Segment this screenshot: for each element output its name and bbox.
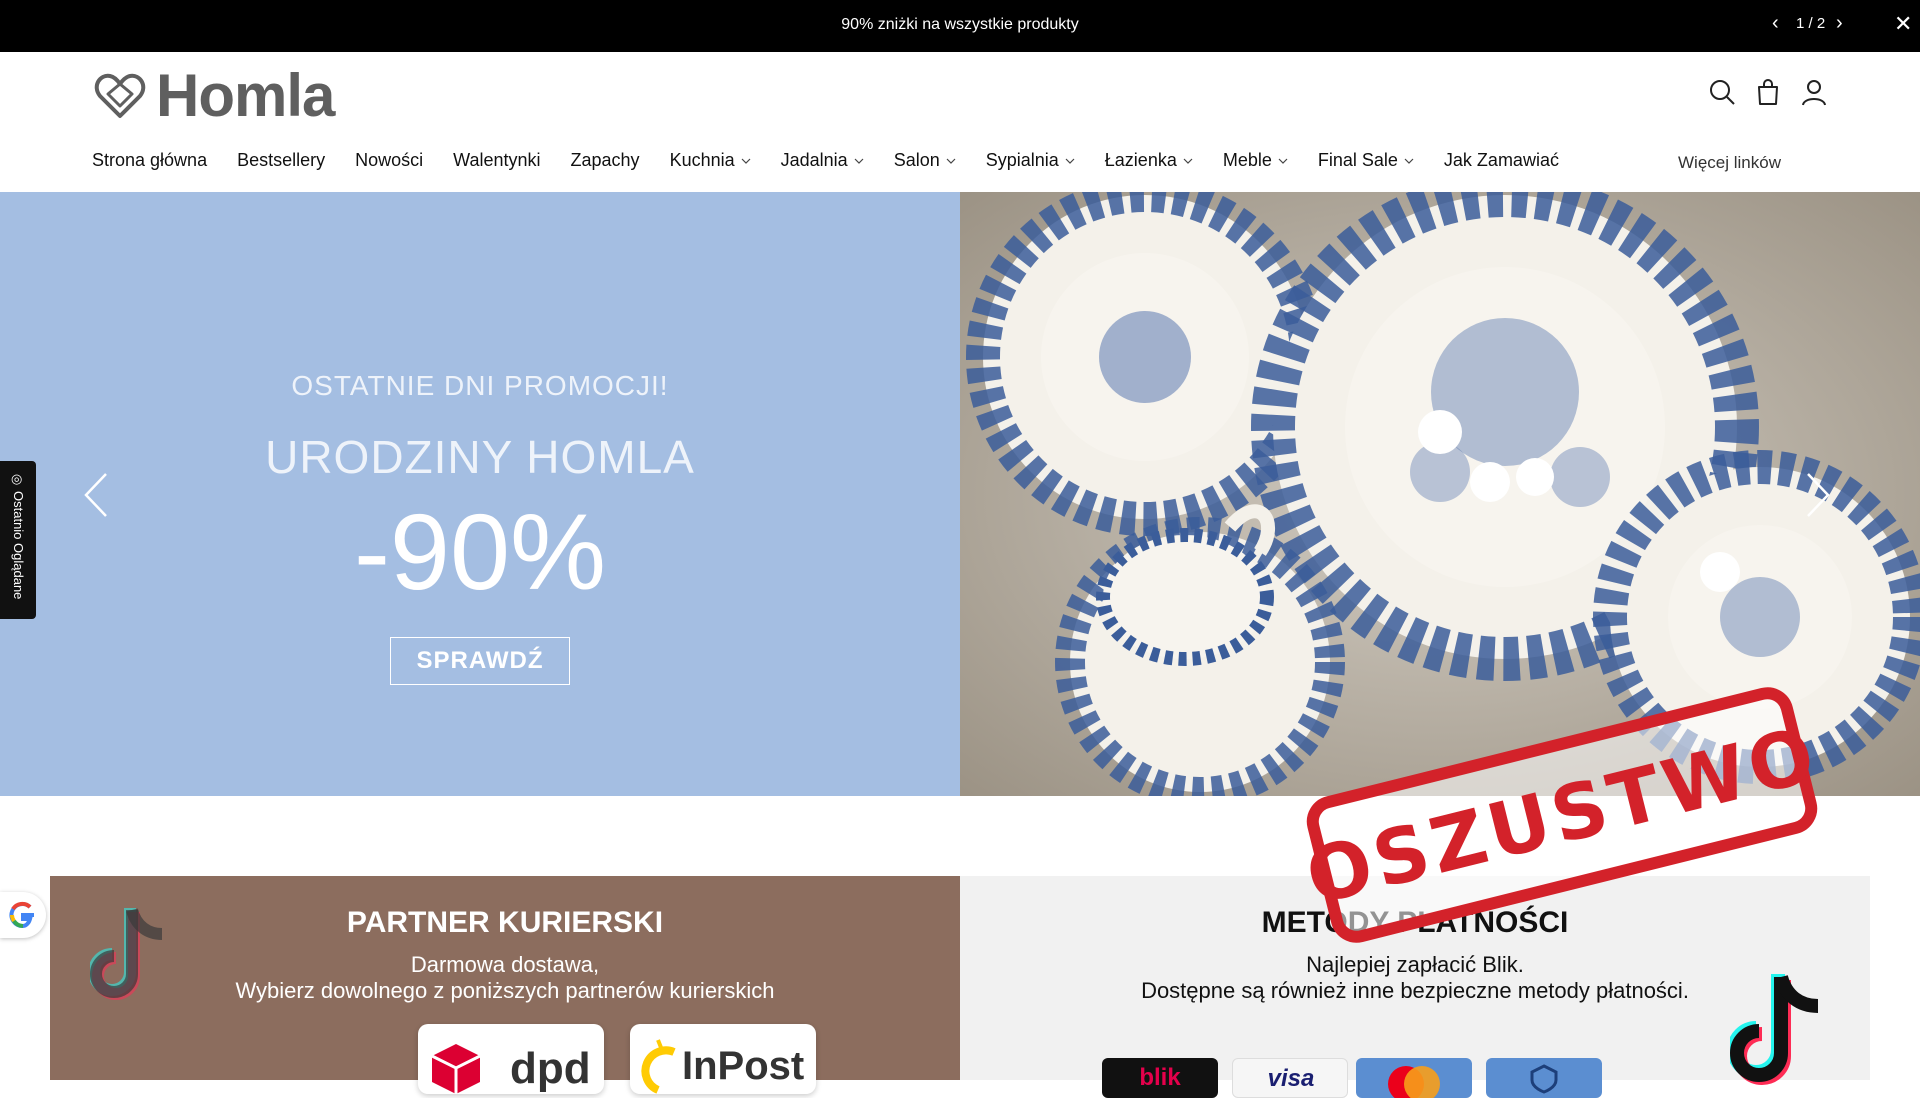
courier-inpost-name: InPost [682, 1044, 805, 1088]
nav-item[interactable]: Strona główna [92, 150, 207, 171]
nav-item-label: Nowości [355, 150, 424, 170]
nav-item-label: Jadalnia [780, 150, 848, 170]
nav-item[interactable]: Meble [1223, 150, 1288, 171]
google-g-icon [9, 901, 34, 928]
payment-visa[interactable]: visa [1232, 1058, 1348, 1098]
payment-blik-label: blik [1139, 1064, 1181, 1091]
nav-item[interactable]: Jak Zamawiać [1444, 150, 1559, 171]
nav-item-label: Sypialnia [985, 150, 1059, 170]
hero-next-icon[interactable] [1802, 470, 1832, 520]
shopping-bag-icon[interactable] [1754, 78, 1782, 106]
chevron-down-icon [1404, 158, 1414, 164]
hero-cta-button[interactable]: SPRAWDŹ [390, 637, 570, 685]
nav-item[interactable]: Final Sale [1318, 150, 1414, 171]
nav-item-label: Salon [893, 150, 940, 170]
nav-item-label: Bestsellery [237, 150, 326, 170]
main-navigation: Strona główna Bestsellery Nowości Walentynk… [92, 150, 1589, 171]
nav-item[interactable]: Jadalnia [781, 150, 864, 171]
nav-item-label: Kuchnia [669, 150, 735, 170]
announcement-prev-icon[interactable]: ‹ [1772, 12, 1779, 35]
nav-item-label: Final Sale [1317, 150, 1398, 170]
courier-inpost[interactable]: InPost [630, 1024, 816, 1094]
eye-icon: ◎ [11, 471, 23, 486]
nav-item[interactable]: Łazienka [1105, 150, 1193, 171]
more-links-button[interactable]: Więcej linków [1678, 153, 1781, 173]
nav-item[interactable]: Sypialnia [986, 150, 1075, 171]
payment-visa-label: visa [1267, 1065, 1315, 1092]
announcement-next-icon[interactable]: › [1836, 12, 1843, 35]
payment-secure[interactable] [1486, 1058, 1602, 1098]
recently-viewed-tab[interactable]: ◎ Ostatnio Oglądane [0, 461, 36, 619]
courier-dpd-name: dpd [510, 1044, 591, 1093]
chevron-down-icon [1183, 158, 1193, 164]
announcement-bar: 90% zniżki na wszystkie produkty ‹ 1 / 2… [0, 0, 1920, 52]
nav-item-label: Walentynki [453, 150, 541, 170]
recently-viewed-label: Ostatnio Oglądane [11, 491, 26, 600]
chevron-down-icon [741, 158, 751, 164]
courier-dpd[interactable]: dpd [418, 1024, 604, 1094]
shield-icon [1530, 1064, 1558, 1094]
account-icon[interactable] [1800, 78, 1828, 106]
header-actions [1708, 78, 1828, 106]
chevron-down-icon [854, 158, 864, 164]
chevron-down-icon [946, 158, 956, 164]
nav-item[interactable]: Kuchnia [670, 150, 751, 171]
announcement-counter: 1 / 2 [1796, 15, 1826, 32]
chevron-down-icon [1065, 158, 1075, 164]
nav-item[interactable]: Bestsellery [237, 150, 325, 171]
nav-item-label: Jak Zamawiać [1443, 150, 1559, 170]
mastercard-circles-icon [1388, 1066, 1440, 1098]
nav-item[interactable]: Salon [894, 150, 956, 171]
nav-item[interactable]: Zapachy [571, 150, 640, 171]
chevron-down-icon [1278, 158, 1288, 164]
announcement-text: 90% zniżki na wszystkie produkty [841, 16, 1079, 33]
nav-item-label: Zapachy [570, 150, 640, 170]
dpd-cube-icon [431, 1044, 481, 1094]
shipping-title: PARTNER KURIERSKI [346, 906, 664, 939]
hero-prev-icon[interactable] [82, 470, 112, 520]
shipping-line-2: Wybierz dowolnego z poniższych partnerów… [235, 978, 775, 1003]
nav-item-label: Strona główna [92, 150, 208, 170]
tiktok-logo-icon [1730, 974, 1819, 1085]
nav-item-label: Meble [1222, 150, 1272, 170]
inpost-sun-icon [641, 1039, 676, 1094]
hero-title: URODZINY HOMLA [265, 431, 695, 483]
site-logo[interactable]: Homla [94, 62, 335, 129]
logo-text: Homla [156, 62, 335, 129]
nav-item[interactable]: Nowości [355, 150, 423, 171]
hero-subtitle: OSTATNIE DNI PROMOCJI! [291, 370, 669, 401]
nav-item-label: Łazienka [1104, 150, 1177, 170]
shipping-line-1: Darmowa dostawa, [410, 952, 600, 977]
google-reviews-badge[interactable] [0, 892, 46, 938]
payment-blik[interactable]: blik [1102, 1058, 1218, 1098]
hero-discount: -90% [353, 491, 607, 612]
heart-logo-icon [94, 73, 146, 118]
announcement-close-icon[interactable]: ✕ [1894, 11, 1912, 37]
nav-item[interactable]: Walentynki [453, 150, 540, 171]
search-icon[interactable] [1708, 78, 1736, 106]
payment-mastercard[interactable] [1356, 1058, 1472, 1098]
